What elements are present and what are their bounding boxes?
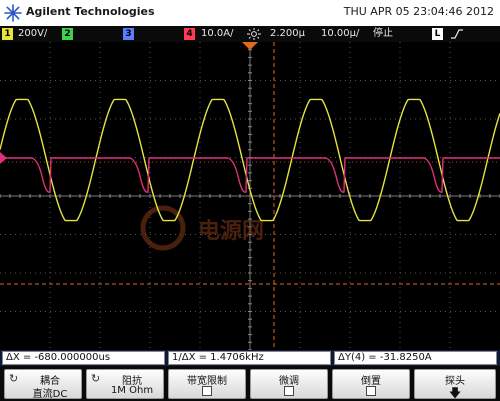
sun-trigger-icon — [247, 28, 261, 40]
impedance-softkey[interactable]: ↻ 阻抗 1M Ohm — [86, 369, 164, 399]
channel-1-scale[interactable]: 200V/ — [18, 27, 47, 41]
channel-1-badge[interactable]: 1 — [2, 28, 13, 40]
softkey-bar: ↻ 耦合 直流DC ↻ 阻抗 1M Ohm 带宽限制 微调 倒置 探头 🡇 — [0, 366, 500, 401]
trigger-position-icon — [242, 42, 258, 50]
checkbox-icon — [202, 386, 212, 396]
fine-softkey[interactable]: 微调 — [250, 369, 328, 399]
agilent-logo-icon — [4, 4, 22, 22]
invert-label: 倒置 — [361, 376, 381, 387]
inverse-delta-x-readout: 1/ΔX = 1.4706kHz — [168, 351, 331, 365]
run-state[interactable]: 停止 — [373, 27, 393, 41]
timebase[interactable]: 10.00µ/ — [321, 27, 359, 41]
rotate-knob-icon: ↻ — [9, 372, 19, 385]
probe-softkey[interactable]: 探头 🡇 — [414, 369, 496, 400]
watermark-logo-icon — [140, 205, 186, 251]
trigger-source-badge[interactable]: L — [432, 28, 443, 40]
delta-x-readout: ΔX = -680.000000us — [2, 351, 165, 365]
channel-3-badge[interactable]: 3 — [123, 28, 134, 40]
channel-4-ground-marker[interactable] — [0, 150, 8, 162]
submenu-arrow-icon: 🡇 — [448, 386, 462, 400]
cursor-readout-bar: ΔX = -680.000000us 1/ΔX = 1.4706kHz ΔY(4… — [0, 350, 500, 366]
coupling-softkey[interactable]: ↻ 耦合 直流DC — [4, 369, 82, 400]
checkbox-icon — [284, 386, 294, 396]
channel-4-scale[interactable]: 10.0A/ — [201, 27, 233, 41]
checkbox-icon — [366, 386, 376, 396]
invert-softkey[interactable]: 倒置 — [332, 369, 410, 399]
watermark-text: 电源网 — [198, 219, 264, 244]
coupling-value: 直流DC — [32, 389, 68, 400]
delta-y-readout: ΔY(4) = -31.8250A — [334, 351, 497, 365]
waveform-graticule: 电源网 — [0, 42, 500, 350]
bandwidth-limit-label: 带宽限制 — [187, 376, 227, 387]
fine-label: 微调 — [279, 376, 299, 387]
channel-status-bar: 1 200V/ 2 3 4 10.0A/ 2.200µ 10.00µ/ 停止 L — [0, 26, 500, 42]
time-delay[interactable]: 2.200µ — [270, 27, 305, 41]
rotate-knob-icon: ↻ — [91, 372, 101, 385]
date-time: THU APR 05 23:04:46 2012 — [343, 5, 494, 18]
bandwidth-limit-softkey[interactable]: 带宽限制 — [168, 369, 246, 399]
channel-4-badge[interactable]: 4 — [184, 28, 195, 40]
trigger-edge-icon — [451, 29, 463, 39]
channel-2-badge[interactable]: 2 — [62, 28, 73, 40]
waveform-display[interactable]: 电源网 — [0, 42, 500, 350]
brand-name: Agilent Technologies — [26, 5, 155, 18]
impedance-value: 1M Ohm — [110, 385, 154, 396]
title-bar: Agilent Technologies THU APR 05 23:04:46… — [0, 0, 500, 26]
